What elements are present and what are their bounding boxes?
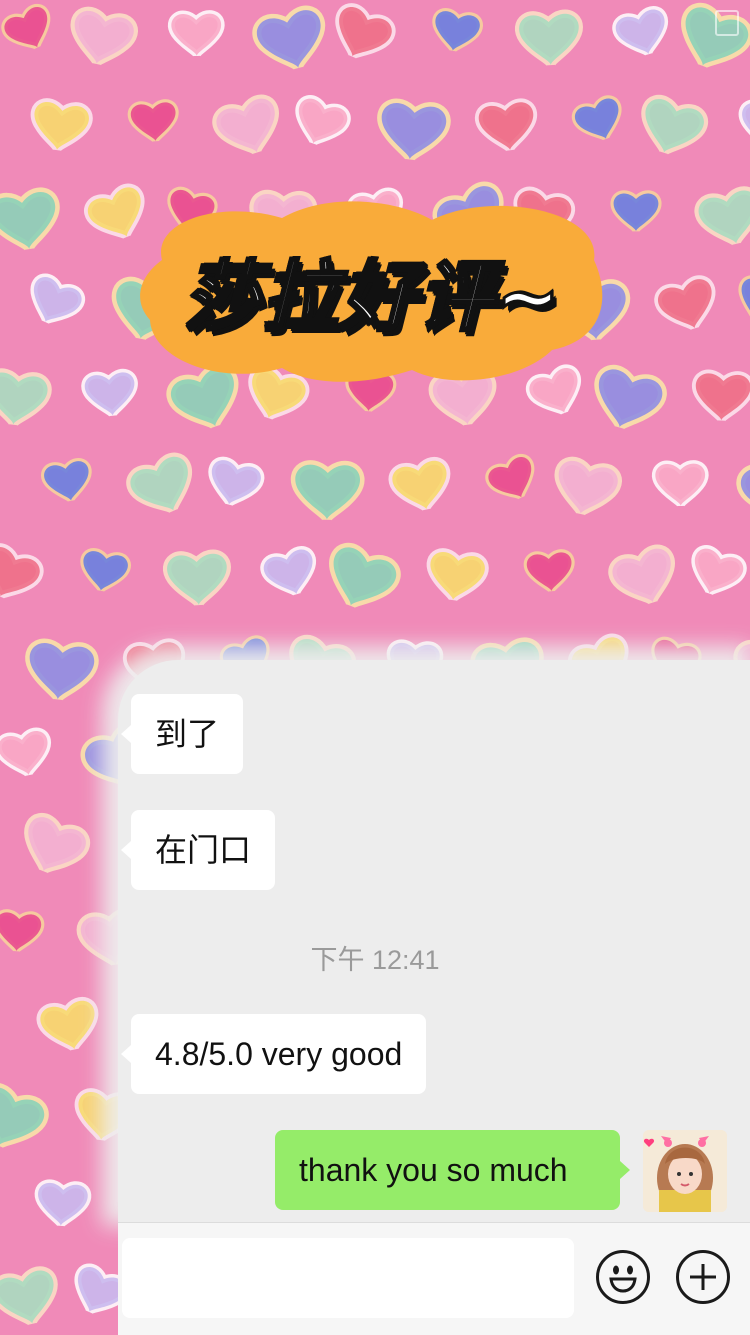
avatar[interactable]: [643, 1130, 727, 1212]
message-bubble-incoming[interactable]: 在门口: [120, 810, 276, 890]
message-input[interactable]: [122, 1238, 574, 1318]
plus-circle-icon: [690, 1264, 716, 1290]
avatar-portrait-icon: [643, 1130, 727, 1212]
message-timestamp: 下午 12:41: [310, 945, 440, 975]
message-bubble-incoming[interactable]: 4.8/5.0 very good: [120, 1014, 427, 1094]
message-bubble-outgoing[interactable]: thank you so much: [275, 1130, 630, 1210]
emoji-smile-icon: [609, 1265, 637, 1293]
message-bubble-incoming[interactable]: 到了: [120, 694, 244, 774]
plus-button[interactable]: [676, 1250, 730, 1304]
emoji-button[interactable]: [596, 1250, 650, 1304]
sticker-title: 莎拉好评~: [183, 251, 562, 343]
corner-frame-icon: [715, 10, 739, 36]
